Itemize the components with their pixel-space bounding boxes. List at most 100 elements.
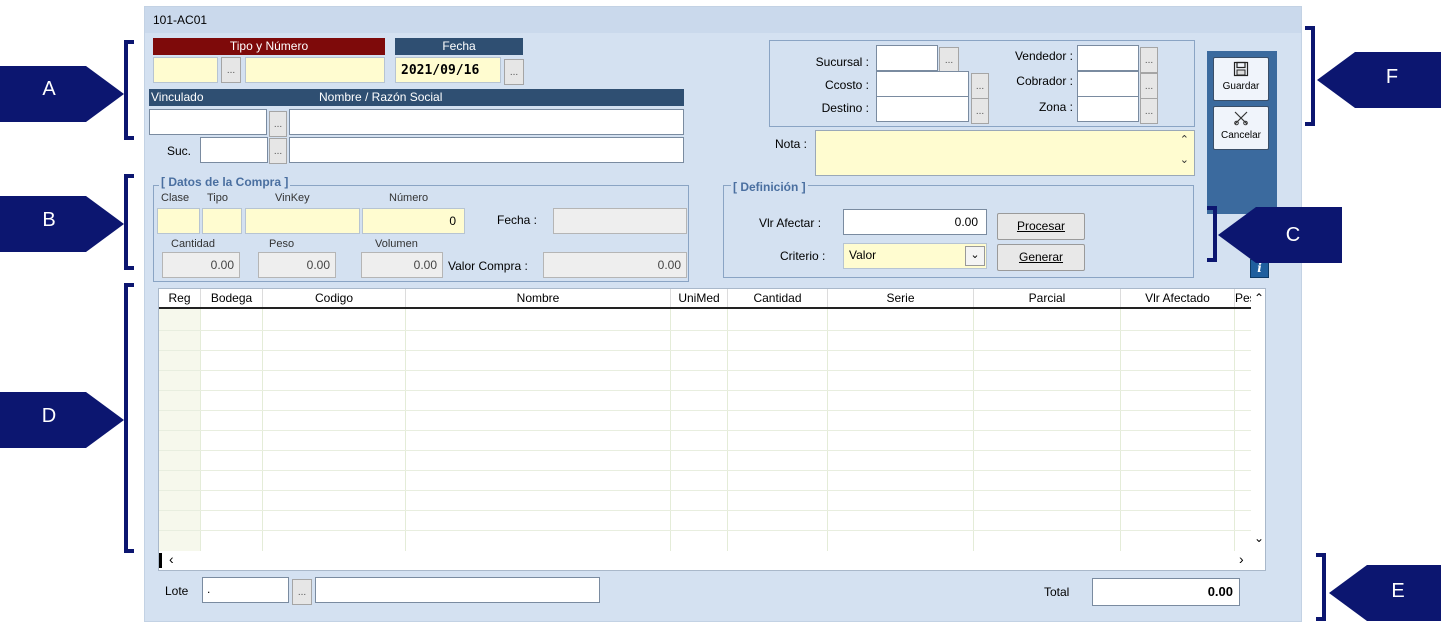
vinculado-field[interactable] — [149, 109, 267, 135]
save-button[interactable]: Guardar — [1213, 57, 1269, 101]
lote-lookup-button[interactable]: ... — [292, 579, 312, 605]
lote-descripcion-field[interactable] — [315, 577, 600, 603]
clase-field[interactable] — [157, 208, 200, 234]
suc-nombre-field[interactable] — [289, 137, 684, 163]
compra-tipo-field[interactable] — [202, 208, 242, 234]
table-row — [159, 450, 1251, 451]
callout-e: E — [1391, 580, 1405, 602]
nota-field[interactable]: ⌃ ⌄ — [815, 130, 1195, 176]
horizontal-scrollbar[interactable]: ‹ › — [159, 551, 1251, 570]
column-header-vlr-afectado[interactable]: Vlr Afectado — [1121, 289, 1235, 307]
save-label: Guardar — [1222, 81, 1260, 92]
suc-field[interactable] — [200, 137, 268, 163]
destino-lookup-button[interactable]: ... — [971, 98, 989, 124]
destino-field[interactable] — [876, 96, 969, 122]
generar-label: Generar — [1018, 250, 1064, 264]
floppy-disk-icon — [1233, 61, 1249, 77]
cobrador-lookup-button[interactable]: ... — [1140, 73, 1158, 99]
compra-numero-field[interactable]: 0 — [362, 208, 465, 234]
table-row — [159, 490, 1251, 491]
zona-field[interactable] — [1077, 96, 1139, 122]
table-row — [159, 370, 1251, 371]
generar-button[interactable]: Generar — [997, 244, 1085, 271]
brace-c — [1207, 206, 1217, 262]
sucursal-lookup-button[interactable]: ... — [939, 47, 959, 73]
valor-compra-label: Valor Compra : — [448, 259, 528, 273]
ccosto-lookup-button[interactable]: ... — [971, 73, 989, 99]
brace-a — [124, 40, 134, 140]
table-row — [159, 530, 1251, 531]
compra-fecha-label: Fecha : — [497, 213, 538, 227]
table-row — [159, 330, 1251, 331]
cobrador-field[interactable] — [1077, 71, 1139, 97]
brace-d — [124, 283, 134, 553]
ccosto-label: Ccosto : — [824, 78, 869, 92]
vendedor-field[interactable] — [1077, 45, 1139, 71]
column-header-bodega[interactable]: Bodega — [201, 289, 263, 307]
chevron-down-icon[interactable]: ⌄ — [965, 246, 985, 266]
zona-label: Zona : — [1038, 100, 1073, 114]
column-header-serie[interactable]: Serie — [828, 289, 974, 307]
procesar-button[interactable]: Procesar — [997, 213, 1085, 240]
tipo-label: Tipo — [207, 192, 228, 204]
suc-lookup-button[interactable]: ... — [269, 138, 287, 164]
total-field: 0.00 — [1092, 578, 1240, 606]
nota-scroll-down-icon[interactable]: ⌄ — [1180, 153, 1189, 166]
criterio-label: Criterio : — [780, 249, 826, 263]
table-row — [159, 430, 1251, 431]
nota-scroll-up-icon[interactable]: ⌃ — [1180, 133, 1189, 146]
scroll-up-icon[interactable]: ⌃ — [1254, 291, 1264, 305]
procesar-label: Procesar — [1016, 219, 1066, 233]
column-header-unimed[interactable]: UniMed — [671, 289, 728, 307]
column-header-cantidad[interactable]: Cantidad — [728, 289, 828, 307]
zona-lookup-button[interactable]: ... — [1140, 98, 1158, 124]
callout-f: F — [1385, 66, 1399, 88]
callout-c: C — [1285, 224, 1301, 246]
scroll-right-icon[interactable]: › — [1239, 551, 1244, 567]
sucursal-field[interactable] — [876, 45, 938, 71]
scroll-left-icon[interactable]: ‹ — [169, 551, 174, 567]
vertical-scrollbar[interactable]: ⌃ ⌄ — [1251, 289, 1265, 551]
tipo-lookup-button[interactable]: ... — [221, 57, 241, 83]
callout-b: B — [42, 209, 56, 231]
vendedor-lookup-button[interactable]: ... — [1140, 47, 1158, 73]
main-window: 101-AC01 Tipo y Número ... Fecha 2021/09… — [144, 6, 1302, 622]
column-header-reg[interactable]: Reg — [159, 289, 201, 307]
column-header-codigo[interactable]: Codigo — [263, 289, 406, 307]
nombre-field[interactable] — [289, 109, 684, 135]
clase-label: Clase — [161, 192, 190, 204]
vinkey-field[interactable] — [245, 208, 360, 234]
table-row — [159, 350, 1251, 351]
column-header-parcial[interactable]: Parcial — [974, 289, 1121, 307]
cancel-button[interactable]: Cancelar — [1213, 106, 1269, 150]
criterio-select[interactable]: Valor ⌄ — [843, 243, 987, 269]
fecha-field[interactable]: 2021/09/16 — [395, 57, 501, 83]
compra-group-title: [ Datos de la Compra ] — [159, 175, 291, 189]
vlr-afectar-field[interactable]: 0.00 — [843, 209, 987, 235]
fecha-picker-button[interactable]: ... — [504, 59, 524, 85]
lote-field[interactable]: . — [202, 577, 289, 603]
numero-field[interactable] — [245, 57, 385, 83]
vinkey-label: VinKey — [275, 192, 310, 204]
ccosto-field[interactable] — [876, 71, 969, 97]
compra-fecha-field — [553, 208, 687, 234]
lote-label: Lote — [165, 584, 189, 598]
valor-compra-field: 0.00 — [543, 252, 687, 278]
scroll-down-icon[interactable]: ⌄ — [1254, 531, 1264, 545]
action-toolbar: Guardar Cancelar — [1207, 51, 1277, 214]
vinculado-lookup-button[interactable]: ... — [269, 111, 287, 137]
volumen-field: 0.00 — [361, 252, 443, 278]
destino-label: Destino : — [821, 101, 869, 115]
volumen-label: Volumen — [375, 238, 418, 250]
peso-field: 0.00 — [258, 252, 336, 278]
vinculado-header: Vinculado — [151, 90, 204, 104]
items-grid[interactable]: Reg Bodega Codigo Nombre UniMed Cantidad… — [158, 288, 1266, 571]
column-header-peso[interactable]: Pes — [1235, 289, 1251, 307]
column-header-nombre[interactable]: Nombre — [406, 289, 671, 307]
cantidad-label: Cantidad — [171, 238, 216, 250]
table-row — [159, 390, 1251, 391]
tipo-field[interactable] — [153, 57, 218, 83]
tipo-numero-header: Tipo y Número — [153, 38, 385, 55]
callout-d: D — [41, 405, 57, 427]
scissors-icon — [1234, 111, 1248, 126]
